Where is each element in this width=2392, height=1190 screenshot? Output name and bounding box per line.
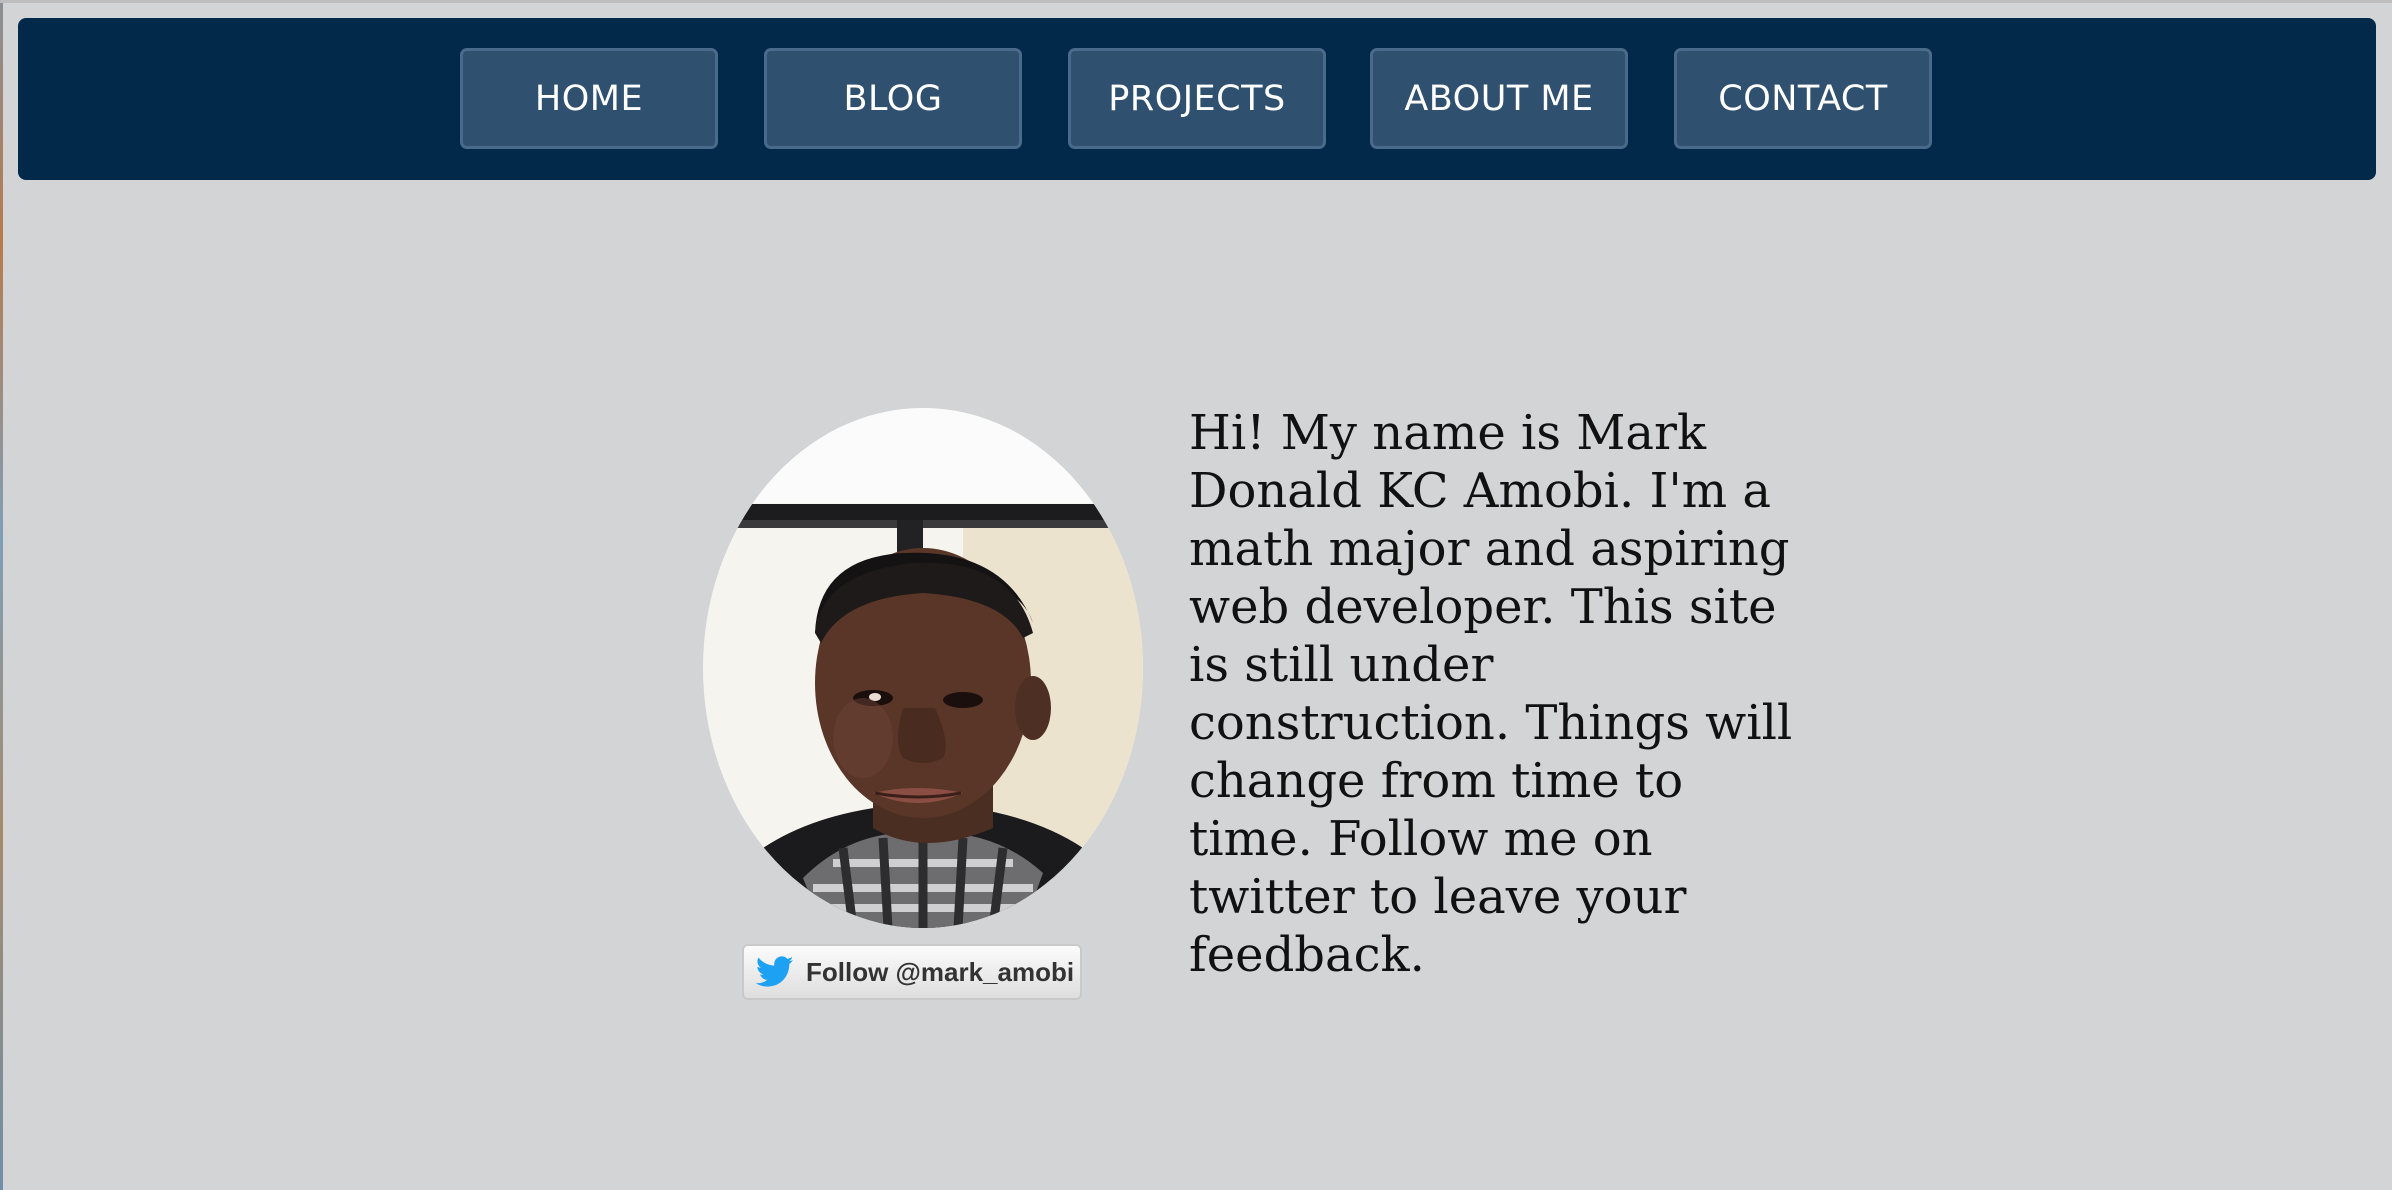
twitter-bird-icon: [756, 956, 794, 988]
window-left-edge: [0, 3, 3, 1190]
twitter-follow-button[interactable]: Follow @mark_amobi: [742, 944, 1082, 1000]
bio-text: Hi! My name is Mark Donald KC Amobi. I'm…: [1189, 405, 1793, 983]
nav-about-button[interactable]: ABOUT ME: [1370, 48, 1628, 149]
profile-photo: [703, 408, 1143, 928]
nav-projects-button[interactable]: PROJECTS: [1068, 48, 1326, 149]
follow-label: Follow @mark_amobi: [806, 956, 1075, 987]
nav-home-button[interactable]: HOME: [460, 48, 718, 149]
top-navbar: HOME BLOG PROJECTS ABOUT ME CONTACT: [18, 18, 2376, 180]
nav-contact-button[interactable]: CONTACT: [1674, 48, 1932, 149]
nav-blog-button[interactable]: BLOG: [764, 48, 1022, 149]
window-top-border: [0, 0, 2392, 3]
